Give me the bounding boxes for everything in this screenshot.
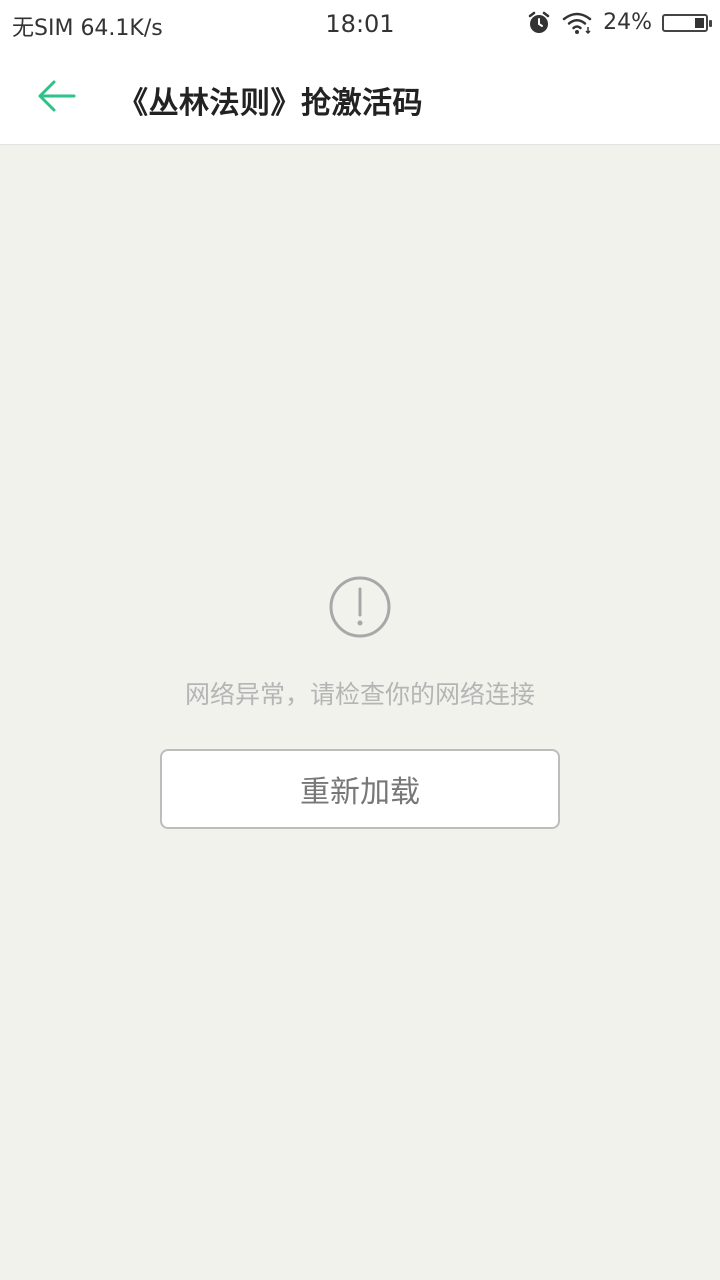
header: 《丛林法则》抢激活码: [0, 50, 720, 145]
error-view: 网络异常，请检查你的网络连接 重新加载: [0, 145, 720, 1280]
page-title: 《丛林法则》抢激活码: [118, 86, 423, 121]
battery-icon: [662, 13, 712, 32]
status-bar: 无SIM 64.1K/s 18:01 24%: [0, 0, 720, 50]
status-right: 24%: [527, 10, 712, 35]
battery-percent-text: 24%: [603, 10, 652, 35]
error-message: 网络异常，请检查你的网络连接: [184, 680, 535, 709]
back-button[interactable]: [30, 72, 82, 124]
alarm-clock-icon: [527, 11, 551, 35]
wifi-icon: [561, 11, 593, 35]
reload-button[interactable]: 重新加载: [160, 749, 560, 829]
battery-level-fill: [695, 17, 704, 28]
arrow-left-icon: [34, 74, 78, 122]
exclamation-circle-icon: [328, 575, 392, 639]
